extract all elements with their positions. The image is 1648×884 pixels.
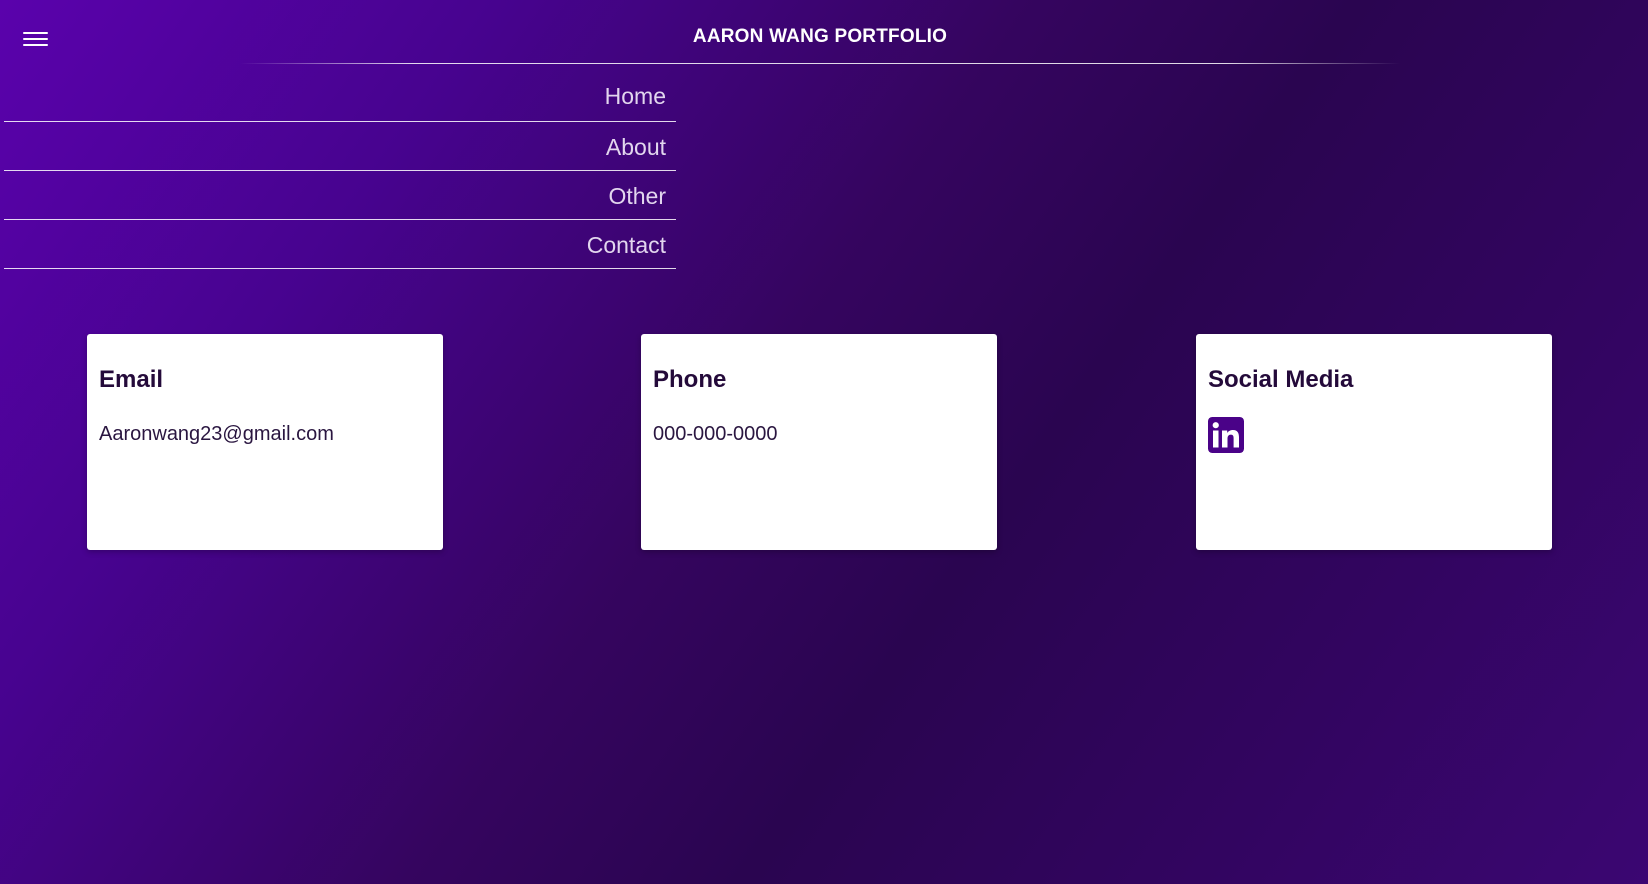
linkedin-icon[interactable] <box>1208 417 1244 453</box>
phone-number[interactable]: 000-000-0000 <box>653 423 778 446</box>
social-media-card: Social Media <box>1196 334 1552 550</box>
phone-card-title: Phone <box>653 366 727 393</box>
email-address[interactable]: Aaronwang23@gmail.com <box>99 423 334 446</box>
site-title: AARON WANG PORTFOLIO <box>692 26 948 47</box>
nav-item-label: About <box>605 134 666 160</box>
phone-card: Phone 000-000-0000 <box>641 334 997 550</box>
site-header: AARON WANG PORTFOLIO <box>0 0 1648 64</box>
nav-item-home[interactable]: Home <box>4 72 676 122</box>
nav-item-label: Contact <box>586 232 666 258</box>
nav-item-label: Home <box>604 83 666 109</box>
header-divider <box>240 63 1400 64</box>
email-card-title: Email <box>99 366 164 393</box>
nav-item-contact[interactable]: Contact <box>4 220 676 269</box>
nav-item-label: Other <box>608 183 666 209</box>
nav-item-about[interactable]: About <box>4 122 676 171</box>
social-media-card-title: Social Media <box>1208 366 1354 393</box>
email-card: Email Aaronwang23@gmail.com <box>87 334 443 550</box>
nav-menu: Home About Other Contact <box>4 72 676 269</box>
nav-item-other[interactable]: Other <box>4 171 676 220</box>
